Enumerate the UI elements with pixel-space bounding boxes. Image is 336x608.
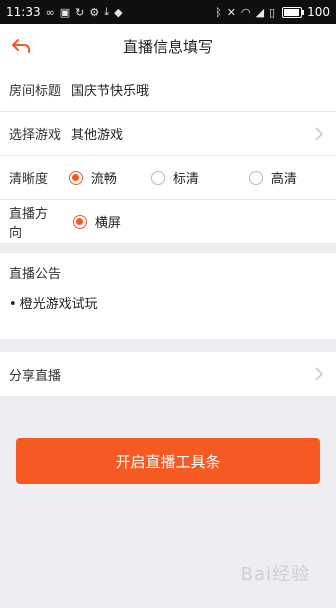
radio-unselected-icon (150, 170, 165, 185)
battery-icon (282, 6, 305, 18)
sync-icon: ↻ (75, 5, 85, 19)
quality-option-hd[interactable]: 高清 (248, 168, 297, 187)
notice-label: 直播公告 (9, 267, 62, 282)
radio-unselected-icon (248, 170, 263, 185)
select-game-row[interactable]: 选择游戏 其他游戏 (0, 112, 336, 156)
orientation-option-label: 横屏 (94, 216, 121, 231)
live-info-form: 房间标题 国庆节快乐哦 选择游戏 其他游戏 清晰度 流畅 标清 高清 直播方向 (0, 68, 336, 244)
share-row[interactable]: 分享直播 (0, 352, 336, 396)
orientation-row: 直播方向 横屏 (0, 200, 336, 244)
quality-option-label: 高清 (270, 172, 297, 187)
download-icon: ⤓ (104, 5, 110, 18)
quality-option-label: 流畅 (90, 172, 117, 187)
share-label: 分享直播 (9, 368, 62, 384)
select-game-value: 其他游戏 (71, 128, 124, 143)
orientation-option-landscape[interactable]: 横屏 (72, 212, 121, 231)
orientation-radio-group: 横屏 (61, 212, 327, 231)
quality-option-smooth[interactable]: 流畅 (68, 168, 117, 187)
media-icon: ▣ (59, 5, 71, 19)
chevron-right-icon (315, 127, 324, 141)
bluetooth-icon: ᛒ (215, 5, 222, 19)
room-title-input[interactable]: 国庆节快乐哦 (71, 80, 149, 99)
mute-icon: ✕ (226, 5, 236, 19)
settings-icon: ⚙ (89, 5, 100, 19)
back-arrow-icon (12, 39, 30, 53)
chevron-right-icon (315, 367, 324, 381)
status-bar-right: ᛒ ✕ ◠ ◢ ▯ 100 (215, 5, 330, 19)
quality-label: 清晰度 (9, 172, 49, 187)
signal-icon: ◢ (255, 5, 265, 19)
orientation-label: 直播方向 (9, 206, 49, 241)
room-title-row[interactable]: 房间标题 国庆节快乐哦 (0, 68, 336, 112)
start-live-toolbar-button[interactable]: 开启直播工具条 (16, 438, 320, 484)
infinity-icon: ∞ (45, 5, 55, 19)
radio-selected-icon (68, 170, 83, 185)
wifi-icon: ◠ (240, 5, 251, 19)
notice-text[interactable]: 橙光游戏试玩 (9, 293, 98, 312)
radio-selected-icon (72, 214, 87, 229)
back-button[interactable] (8, 34, 34, 58)
notice-section[interactable]: 直播公告 橙光游戏试玩 (0, 252, 336, 339)
select-game-label: 选择游戏 (9, 128, 62, 143)
android-icon: ◆ (114, 5, 123, 19)
quality-row: 清晰度 流畅 标清 高清 (0, 156, 336, 200)
battery-level: 100 (307, 5, 330, 19)
watermark: Bai经验 (240, 564, 310, 585)
status-time: 11:33 (6, 5, 41, 19)
status-bar-left: 11:33 ∞ ▣ ↻ ⚙ ⤓ ◆ (6, 5, 123, 19)
header: 直播信息填写 (0, 24, 336, 69)
quality-option-label: 标清 (172, 172, 199, 187)
sim-icon: ▯ (269, 5, 276, 19)
page-title: 直播信息填写 (122, 37, 213, 56)
quality-option-sd[interactable]: 标清 (150, 168, 199, 187)
status-bar: 11:33 ∞ ▣ ↻ ⚙ ⤓ ◆ ᛒ ✕ ◠ ◢ ▯ 100 (0, 0, 336, 24)
room-title-label: 房间标题 (9, 84, 62, 99)
quality-radio-group: 流畅 标清 高清 (61, 168, 327, 187)
